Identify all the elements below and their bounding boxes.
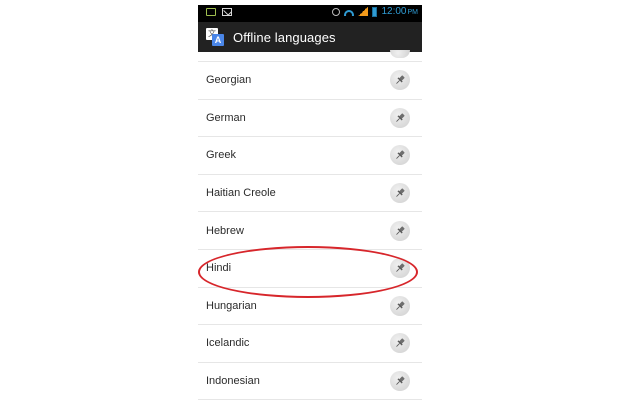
translate-icon-target: A [212, 34, 224, 46]
pin-icon [394, 300, 406, 312]
pin-button[interactable] [390, 183, 410, 204]
alarm-icon [332, 7, 341, 16]
list-item[interactable]: Indonesian [198, 363, 422, 400]
list-item[interactable]: Hindi [198, 250, 422, 288]
pin-button[interactable] [390, 70, 410, 91]
pin-icon [394, 149, 406, 161]
signal-icon [358, 7, 369, 16]
translate-app-icon[interactable]: 文 A [206, 28, 224, 46]
pin-button[interactable] [390, 220, 410, 241]
pin-button[interactable] [390, 50, 410, 58]
pin-button[interactable] [390, 333, 410, 354]
language-label: Greek [206, 149, 236, 162]
pin-button[interactable] [390, 295, 410, 316]
list-item[interactable]: German [198, 100, 422, 138]
battery-icon [372, 6, 378, 17]
language-label: Hungarian [206, 299, 257, 312]
clock-meridiem: PM [407, 9, 419, 16]
pin-button[interactable] [390, 371, 410, 392]
pin-icon [394, 74, 406, 86]
language-label: Hindi [206, 262, 232, 275]
language-label: Icelandic [206, 337, 250, 350]
list-item[interactable]: Greek [198, 137, 422, 175]
pin-icon [394, 375, 406, 387]
mail-icon [222, 8, 232, 16]
language-label: Indonesian [206, 375, 260, 388]
pin-icon [394, 187, 406, 199]
language-label: German [206, 111, 246, 124]
pin-button[interactable] [390, 145, 410, 166]
status-right: 12:00PM [332, 6, 418, 17]
language-label: Haitian Creole [206, 187, 276, 200]
pin-icon [394, 262, 406, 274]
list-item[interactable]: Hungarian [198, 288, 422, 326]
list-item[interactable] [198, 50, 422, 62]
action-bar-title: Offline languages [233, 29, 336, 45]
list-item[interactable]: Georgian [198, 62, 422, 100]
language-label: Georgian [206, 74, 252, 87]
pin-icon [394, 112, 406, 124]
phone-screen: 12:00PM 文 A Offline languages GeorgianGe… [198, 0, 422, 400]
status-bar: 12:00PM [198, 5, 422, 22]
language-label: Hebrew [206, 224, 244, 237]
list-item[interactable]: Icelandic [198, 325, 422, 363]
status-clock: 12:00PM [381, 6, 418, 17]
action-bar: 文 A Offline languages [198, 22, 422, 52]
pin-button[interactable] [390, 107, 410, 128]
pin-icon [394, 337, 406, 349]
list-item[interactable]: Haitian Creole [198, 175, 422, 213]
list-item[interactable]: Hebrew [198, 212, 422, 250]
wifi-icon [344, 8, 355, 16]
language-list: Georgian German Greek Haitian Creole Hebrew H… [198, 50, 422, 400]
pin-icon [394, 225, 406, 237]
status-left [206, 8, 232, 16]
sim-icon [206, 8, 216, 16]
pin-button[interactable] [390, 258, 410, 279]
clock-time: 12:00 [381, 6, 407, 17]
